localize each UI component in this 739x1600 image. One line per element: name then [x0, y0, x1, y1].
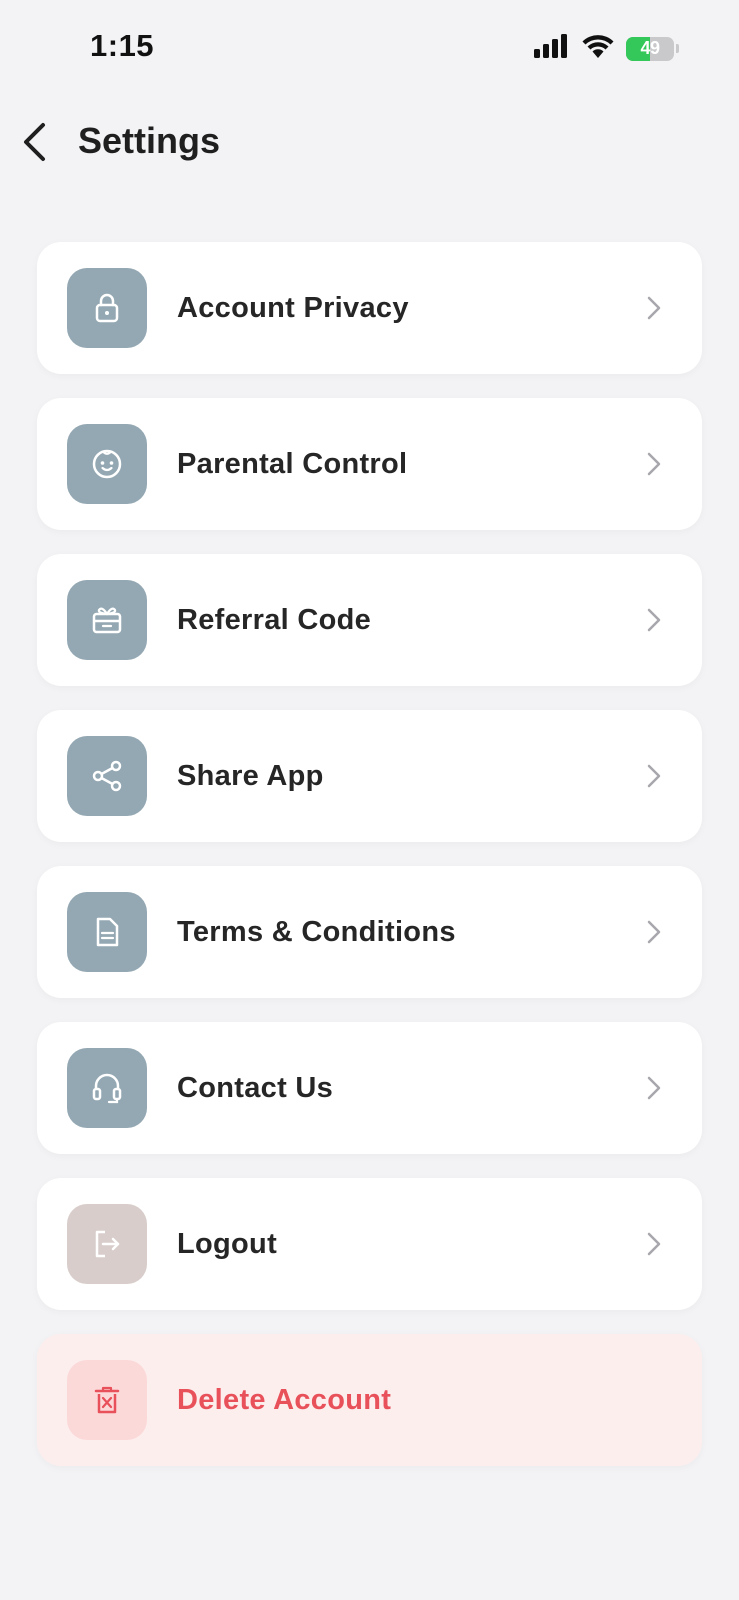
- chevron-right-icon: [642, 1232, 666, 1256]
- contact-us-label: Contact Us: [177, 1071, 334, 1104]
- chevron-right-icon: [642, 764, 666, 788]
- battery-cap: [676, 44, 679, 53]
- chevron-left-icon: [21, 122, 47, 167]
- trash-icon: [67, 1360, 147, 1440]
- page-title: Settings: [78, 120, 221, 161]
- logout-label: Logout: [177, 1227, 278, 1260]
- delete-account-item[interactable]: Delete Account: [37, 1334, 702, 1466]
- chevron-right-icon: [642, 920, 666, 944]
- wifi-icon: [582, 34, 614, 63]
- status-time: 1:15: [90, 28, 155, 63]
- chevron-right-icon: [642, 608, 666, 632]
- referral-code-label: Referral Code: [177, 603, 372, 636]
- parental-control-item[interactable]: Parental Control: [37, 398, 702, 530]
- share-app-label: Share App: [177, 759, 324, 792]
- status-bar: 1:15 49: [0, 0, 739, 100]
- chevron-right-icon: [642, 296, 666, 320]
- header: Settings: [0, 110, 739, 180]
- account-privacy-item[interactable]: Account Privacy: [37, 242, 702, 374]
- chevron-right-icon: [642, 1076, 666, 1100]
- back-button[interactable]: [12, 122, 56, 166]
- delete-account-label: Delete Account: [177, 1383, 392, 1416]
- lock-icon: [67, 268, 147, 348]
- chevron-right-icon: [642, 452, 666, 476]
- share-icon: [67, 736, 147, 816]
- child-face-icon: [67, 424, 147, 504]
- gift-icon: [67, 580, 147, 660]
- logout-icon: [67, 1204, 147, 1284]
- terms-conditions-label: Terms & Conditions: [177, 915, 456, 948]
- status-icons: 49: [534, 34, 679, 63]
- terms-conditions-item[interactable]: Terms & Conditions: [37, 866, 702, 998]
- parental-control-label: Parental Control: [177, 447, 408, 480]
- cellular-signal-icon: [534, 34, 570, 63]
- referral-code-item[interactable]: Referral Code: [37, 554, 702, 686]
- battery-charging-icon: 49: [626, 36, 674, 61]
- headset-icon: [67, 1048, 147, 1128]
- account-privacy-label: Account Privacy: [177, 291, 409, 324]
- share-app-item[interactable]: Share App: [37, 710, 702, 842]
- document-icon: [67, 892, 147, 972]
- contact-us-item[interactable]: Contact Us: [37, 1022, 702, 1154]
- battery-level: 49: [640, 38, 660, 58]
- settings-list: Account Privacy Parental Control Referra…: [37, 242, 702, 1490]
- logout-item[interactable]: Logout: [37, 1178, 702, 1310]
